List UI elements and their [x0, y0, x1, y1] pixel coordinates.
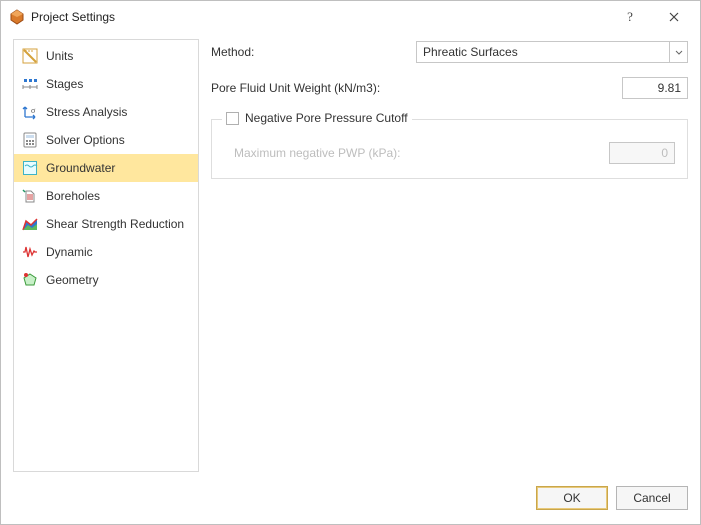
sidebar-item-stages[interactable]: Stages	[14, 70, 198, 98]
help-button[interactable]: ?	[608, 1, 652, 33]
window-buttons: ?	[608, 1, 696, 33]
sidebar-item-label: Solver Options	[46, 133, 125, 147]
method-select[interactable]: Phreatic Surfaces	[416, 41, 688, 63]
negative-pwp-checkbox[interactable]	[226, 112, 239, 125]
max-pwp-label: Maximum negative PWP (kPa):	[234, 146, 401, 160]
sidebar-item-label: Shear Strength Reduction	[46, 217, 184, 231]
sidebar-item-label: Stages	[46, 77, 83, 91]
max-pwp-input: 0	[609, 142, 675, 164]
stages-icon	[22, 76, 38, 92]
pfuw-row: Pore Fluid Unit Weight (kN/m3): 9.81	[211, 77, 688, 99]
settings-sidebar: Units Stages σ Stress Analysis Solver Op…	[13, 39, 199, 472]
ruler-icon	[22, 48, 38, 64]
close-button[interactable]	[652, 1, 696, 33]
sidebar-item-label: Groundwater	[46, 161, 115, 175]
chevron-down-icon	[669, 42, 687, 62]
groundwater-icon	[22, 160, 38, 176]
sidebar-item-dynamic[interactable]: Dynamic	[14, 238, 198, 266]
sidebar-item-geometry[interactable]: Geometry	[14, 266, 198, 294]
sidebar-item-units[interactable]: Units	[14, 42, 198, 70]
method-value: Phreatic Surfaces	[417, 45, 669, 59]
ssr-icon	[22, 216, 38, 232]
main-panel: Method: Phreatic Surfaces Pore Fluid Uni…	[211, 39, 688, 472]
sidebar-item-ssr[interactable]: Shear Strength Reduction	[14, 210, 198, 238]
sidebar-item-label: Dynamic	[46, 245, 93, 259]
stress-icon: σ	[22, 104, 38, 120]
dialog-footer: OK Cancel	[1, 472, 700, 524]
negative-pwp-group: Negative Pore Pressure Cutoff Maximum ne…	[211, 119, 688, 179]
sidebar-item-label: Boreholes	[46, 189, 100, 203]
svg-text:?: ?	[627, 10, 633, 24]
svg-text:σ: σ	[31, 106, 36, 115]
method-row: Method: Phreatic Surfaces	[211, 41, 688, 63]
ok-button[interactable]: OK	[536, 486, 608, 510]
max-pwp-row: Maximum negative PWP (kPa): 0	[234, 142, 675, 164]
cancel-button[interactable]: Cancel	[616, 486, 688, 510]
group-legend-text: Negative Pore Pressure Cutoff	[245, 111, 408, 125]
borehole-icon	[22, 188, 38, 204]
window-title: Project Settings	[31, 10, 608, 24]
geometry-icon	[22, 272, 38, 288]
sidebar-item-groundwater[interactable]: Groundwater	[14, 154, 198, 182]
pfuw-label: Pore Fluid Unit Weight (kN/m3):	[211, 81, 471, 95]
pfuw-input[interactable]: 9.81	[622, 77, 688, 99]
app-icon	[9, 9, 25, 25]
sidebar-item-stress-analysis[interactable]: σ Stress Analysis	[14, 98, 198, 126]
sidebar-item-label: Stress Analysis	[46, 105, 127, 119]
titlebar: Project Settings ?	[1, 1, 700, 33]
group-legend: Negative Pore Pressure Cutoff	[222, 111, 412, 125]
method-label: Method:	[211, 45, 391, 59]
sidebar-item-boreholes[interactable]: Boreholes	[14, 182, 198, 210]
calculator-icon	[22, 132, 38, 148]
sidebar-item-label: Units	[46, 49, 73, 63]
sidebar-item-label: Geometry	[46, 273, 99, 287]
wave-icon	[22, 244, 38, 260]
dialog-body: Units Stages σ Stress Analysis Solver Op…	[1, 33, 700, 472]
sidebar-item-solver-options[interactable]: Solver Options	[14, 126, 198, 154]
project-settings-dialog: Project Settings ? Units Stages	[0, 0, 701, 525]
